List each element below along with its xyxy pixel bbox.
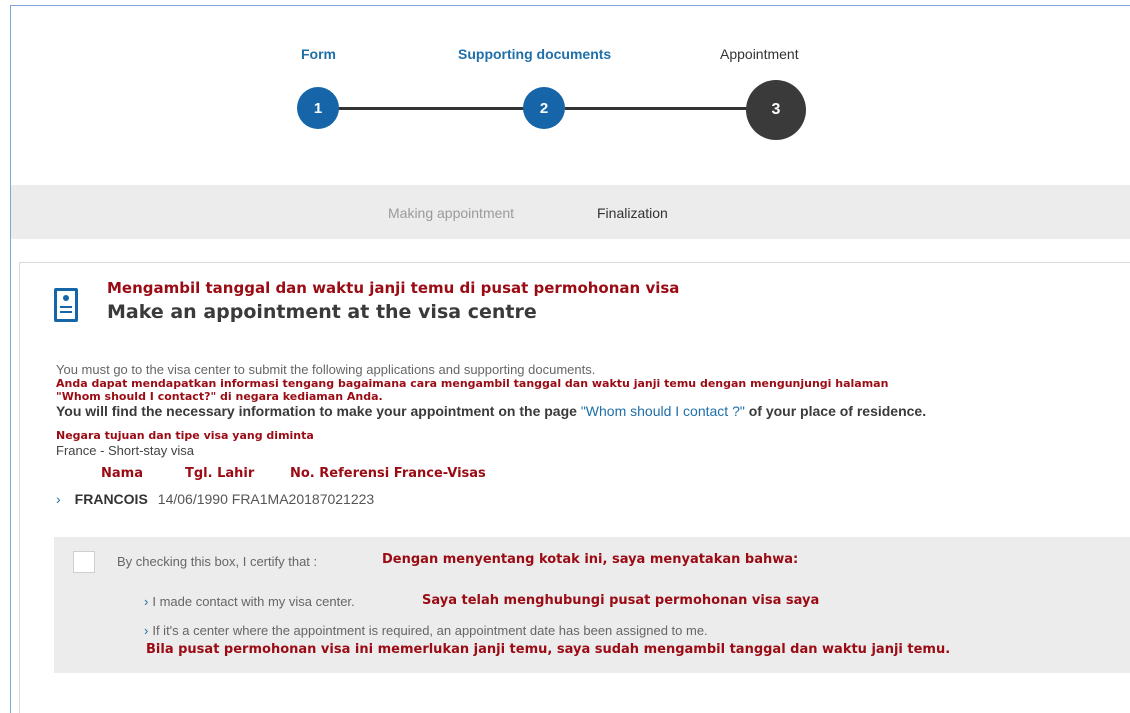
card-title: Make an appointment at the visa centre: [107, 301, 537, 323]
contact-info-prefix: You will find the necessary information …: [56, 403, 581, 419]
certify-item-contact-indonesian: Saya telah menghubungi pusat permohonan …: [422, 593, 820, 608]
applicant-reference: FRA1MA20187021223: [231, 491, 375, 507]
document-person-icon: [54, 288, 78, 322]
step-circle-3: 3: [746, 80, 806, 140]
step-label-form[interactable]: Form: [301, 46, 336, 62]
step-label-supporting-documents[interactable]: Supporting documents: [458, 46, 611, 62]
step-circle-1[interactable]: 1: [297, 87, 339, 129]
progress-stepper: Form Supporting documents Appointment 1 …: [11, 6, 1130, 186]
chevron-right-icon[interactable]: ›: [56, 491, 61, 507]
column-label-reference: No. Referensi France-Visas: [290, 466, 486, 481]
destination-label-indonesian: Negara tujuan dan tipe visa yang diminta: [56, 429, 314, 442]
intro-text: You must go to the visa center to submit…: [56, 362, 596, 377]
step-circle-2[interactable]: 2: [523, 87, 565, 129]
certify-lead-indonesian: Dengan menyentang kotak ini, saya menyat…: [382, 552, 799, 567]
sub-navigation: Making appointment Finalization: [11, 185, 1130, 239]
chevron-right-icon: ›: [144, 594, 149, 609]
certification-box: By checking this box, I certify that : D…: [54, 537, 1130, 673]
step-connector-1: [337, 107, 527, 110]
certify-lead-text: By checking this box, I certify that :: [117, 554, 318, 569]
certify-item-appointment-text: If it's a center where the appointment i…: [152, 623, 708, 638]
destination-visa-type: France - Short-stay visa: [56, 443, 194, 458]
certify-item-appointment: › If it's a center where the appointment …: [144, 623, 708, 638]
chevron-right-icon: ›: [144, 623, 149, 638]
page-frame: Form Supporting documents Appointment 1 …: [10, 5, 1130, 713]
applicant-row[interactable]: › FRANCOIS 14/06/1990 FRA1MA20187021223: [56, 491, 374, 507]
contact-info-suffix: of your place of residence.: [744, 403, 927, 419]
step-label-appointment: Appointment: [720, 46, 799, 62]
card-title-indonesian: Mengambil tanggal dan waktu janji temu d…: [107, 279, 680, 297]
whom-to-contact-link[interactable]: "Whom should I contact ?": [581, 403, 745, 419]
applicant-dob: 14/06/1990: [157, 491, 228, 507]
column-label-dob: Tgl. Lahir: [185, 466, 255, 481]
certify-item-appointment-indonesian: Bila pusat permohonan visa ini memerluka…: [146, 642, 951, 657]
certify-checkbox[interactable]: [73, 551, 95, 573]
appointment-card: Mengambil tanggal dan waktu janji temu d…: [19, 262, 1130, 713]
note-indonesian-line-1: Anda dapat mendapatkan informasi tengang…: [56, 377, 889, 390]
note-indonesian-line-2: "Whom should I contact?" di negara kedia…: [56, 390, 383, 403]
column-label-name: Nama: [101, 466, 143, 481]
certify-item-contact-text: I made contact with my visa center.: [152, 594, 355, 609]
certify-item-contact: › I made contact with my visa center.: [144, 594, 355, 609]
applicant-name: FRANCOIS: [74, 491, 148, 507]
step-connector-2: [565, 107, 749, 110]
contact-info-text: You will find the necessary information …: [56, 403, 926, 419]
subnav-making-appointment[interactable]: Making appointment: [388, 205, 514, 221]
subnav-finalization[interactable]: Finalization: [597, 205, 668, 221]
